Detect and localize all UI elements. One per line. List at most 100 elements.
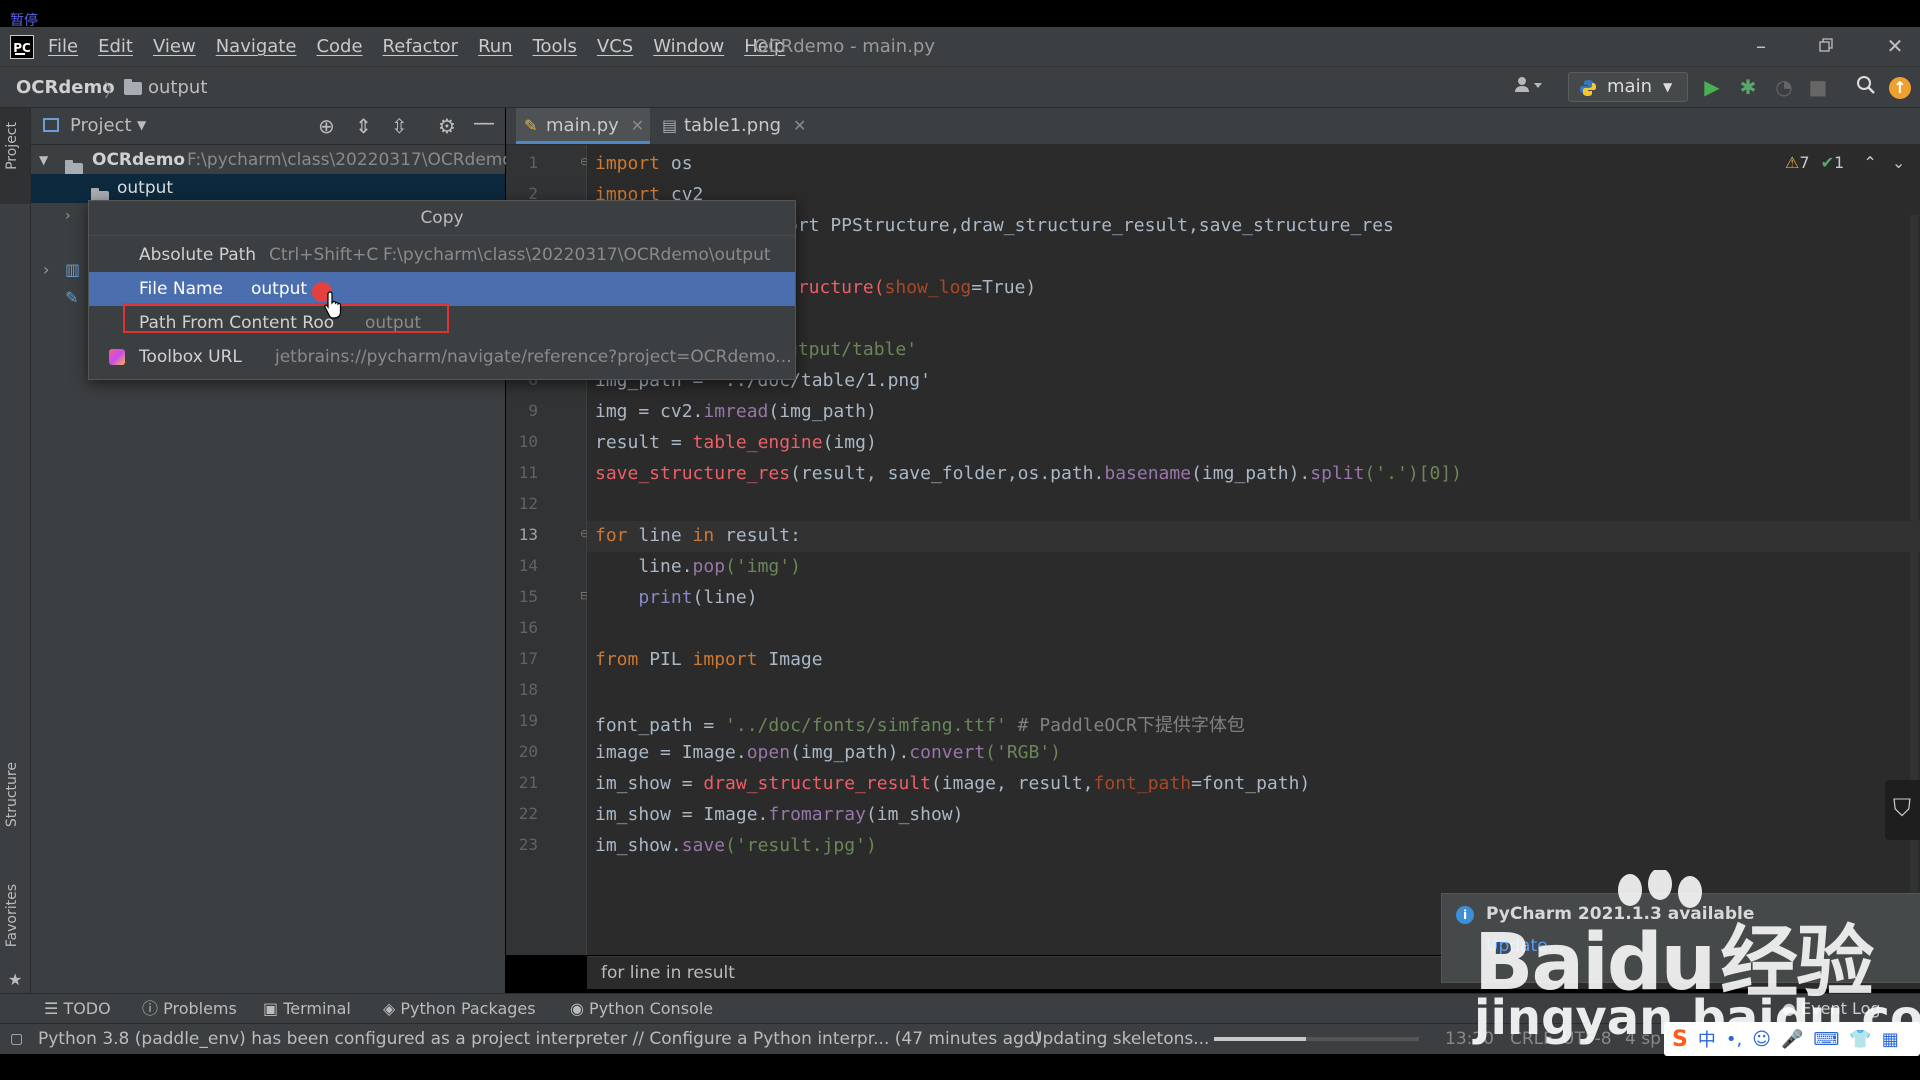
project-view-selector[interactable]: Project — [70, 115, 132, 136]
line-number: 18 — [518, 680, 538, 699]
python-icon: ◉ — [570, 999, 590, 1018]
python-console-tab[interactable]: ◉ Python Console — [570, 994, 713, 1024]
line-number: 9 — [528, 401, 538, 420]
code-line-9: img = cv2.imread(img_path) — [595, 401, 877, 422]
copy-toolbox-url[interactable]: Toolbox URL jetbrains://pycharm/navigate… — [89, 340, 795, 374]
folder-icon — [124, 78, 142, 95]
scratches-icon: ✎ — [65, 288, 79, 307]
line-number: 16 — [518, 618, 538, 637]
task-progress-bar — [1214, 1037, 1419, 1041]
problems-tab[interactable]: ⓘ Problems — [142, 994, 237, 1024]
debug-icon[interactable]: ✱ — [1736, 75, 1760, 99]
menu-view[interactable]: View — [153, 36, 196, 57]
python-packages-tab[interactable]: ◈ Python Packages — [383, 994, 536, 1024]
chevron-down-icon: ▼ — [1663, 80, 1673, 94]
chevron-down-icon[interactable]: ⌄ — [1892, 153, 1905, 172]
code-line-3: ort PPStructure,draw_structure_result,sa… — [787, 215, 1394, 236]
inspection-widget[interactable]: ⚠7 ✔1 ⌃ ⌄ — [1785, 153, 1905, 172]
gear-icon[interactable]: ⚙ — [438, 114, 456, 138]
line-number: 20 — [518, 742, 538, 761]
menu-code[interactable]: Code — [316, 36, 362, 57]
restore-button[interactable] — [1806, 31, 1846, 61]
menu-navigate[interactable]: Navigate — [216, 36, 297, 57]
close-icon[interactable]: ✕ — [793, 116, 806, 135]
code-line-10: result = table_engine(img) — [595, 432, 877, 453]
tab-table1-png[interactable]: ▤ table1.png ✕ — [654, 108, 834, 144]
collapse-all-icon[interactable]: ⇳ — [391, 114, 408, 138]
chevron-right-icon[interactable]: › — [65, 208, 71, 224]
tab-main-py-label: main.py — [546, 115, 619, 136]
menu-tools[interactable]: Tools — [533, 36, 577, 57]
locate-icon[interactable]: ⊕ — [318, 114, 335, 138]
breadcrumb-scope[interactable]: for line in result — [601, 957, 735, 989]
breadcrumb-output[interactable]: output — [124, 77, 207, 98]
code-line-21: im_show = draw_structure_result(image, r… — [595, 773, 1311, 794]
title-bar: PC File Edit View Navigate Code Refactor… — [0, 27, 1920, 67]
line-number: 22 — [518, 804, 538, 823]
coverage-icon[interactable]: ◔ — [1772, 75, 1796, 99]
expand-all-icon[interactable]: ⇕ — [355, 114, 372, 138]
breadcrumb-project[interactable]: OCRdemo — [16, 77, 115, 98]
code-line-14: line.pop('img') — [595, 556, 801, 577]
check-icon: ✔ — [1820, 153, 1835, 172]
line-number: 17 — [518, 649, 538, 668]
left-tool-strip: Project Structure Favorites ★ — [0, 108, 31, 1023]
menu-edit[interactable]: Edit — [98, 36, 133, 57]
window-icon[interactable]: ▢ — [10, 1024, 23, 1054]
menu-vcs[interactable]: VCS — [597, 36, 633, 57]
tree-item-output[interactable]: output — [31, 174, 505, 204]
ime-toolbar[interactable]: S 中 •, ☺ 🎤 ⌨ 👕 ▦ — [1664, 1022, 1920, 1056]
menu-refactor[interactable]: Refactor — [383, 36, 459, 57]
minimize-button[interactable]: – — [1741, 31, 1781, 61]
hide-panel-icon[interactable]: — — [473, 111, 495, 136]
tab-table1-png-label: table1.png — [684, 115, 782, 136]
search-icon[interactable] — [1854, 75, 1878, 99]
tree-root-ocrdemo[interactable]: ▼ OCRdemo F:\pycharm\class\20220317\OCRd… — [31, 146, 513, 176]
status-message[interactable]: Python 3.8 (paddle_env) has been configu… — [38, 1024, 1041, 1054]
external-libraries-icon: ▥ — [65, 260, 81, 279]
star-icon: ★ — [8, 970, 23, 989]
image-file-icon: ▤ — [662, 116, 678, 135]
line-number: 23 — [518, 835, 538, 854]
breadcrumb-separator: 〉 — [104, 81, 122, 102]
terminal-tab[interactable]: ▣ Terminal — [263, 994, 351, 1024]
menu-file[interactable]: File — [48, 36, 78, 57]
copy-file-name[interactable]: File Name output — [89, 272, 795, 306]
toolbox-icon — [109, 349, 125, 365]
tab-main-py[interactable]: ✎ main.py ✕ — [516, 108, 650, 144]
user-icon[interactable] — [1510, 75, 1546, 99]
code-line-17: from PIL import Image — [595, 649, 823, 670]
run-config-selector[interactable]: main ▼ — [1568, 72, 1688, 102]
project-tool-tab[interactable]: Project — [4, 122, 20, 170]
pycharm-logo: PC — [10, 35, 34, 59]
structure-tool-tab[interactable]: Structure — [4, 762, 20, 827]
code-line-7: utput/table' — [787, 339, 918, 360]
task-progress-fill — [1214, 1037, 1307, 1041]
info-icon: i — [1456, 906, 1474, 924]
line-number: 12 — [518, 494, 538, 513]
side-widget[interactable]: ⛉ — [1885, 780, 1920, 840]
chevron-right-icon[interactable]: › — [43, 260, 49, 279]
line-number-current: 13 — [518, 525, 538, 544]
code-line-1: import os — [595, 153, 693, 174]
window-title: OCRdemo - main.py — [754, 36, 936, 57]
close-window-button[interactable]: ✕ — [1875, 31, 1915, 61]
python-file-icon: ✎ — [524, 116, 538, 135]
favorites-tool-tab[interactable]: Favorites — [4, 884, 20, 947]
line-number: 10 — [518, 432, 538, 451]
update-icon[interactable]: ↑ — [1889, 77, 1911, 99]
menu-window[interactable]: Window — [653, 36, 724, 57]
stop-icon[interactable]: ■ — [1806, 75, 1830, 99]
recording-overlay-bar: 暂停 — [0, 0, 1920, 29]
close-icon[interactable]: ✕ — [631, 116, 644, 135]
skin-icon: 👕 — [1849, 1028, 1872, 1050]
copy-absolute-path[interactable]: Absolute Path Ctrl+Shift+C F:\pycharm\cl… — [89, 238, 795, 272]
menu-run[interactable]: Run — [478, 36, 513, 57]
chevron-down-icon[interactable]: ▼ — [137, 118, 146, 132]
ime-punctuation-icon: •, — [1725, 1028, 1743, 1050]
todo-tab[interactable]: ☰ TODO — [44, 994, 111, 1024]
screen-bottom-border — [0, 1054, 1920, 1080]
highlight-box — [123, 303, 449, 333]
run-icon[interactable]: ▶ — [1700, 75, 1724, 99]
chevron-up-icon[interactable]: ⌃ — [1863, 153, 1876, 172]
